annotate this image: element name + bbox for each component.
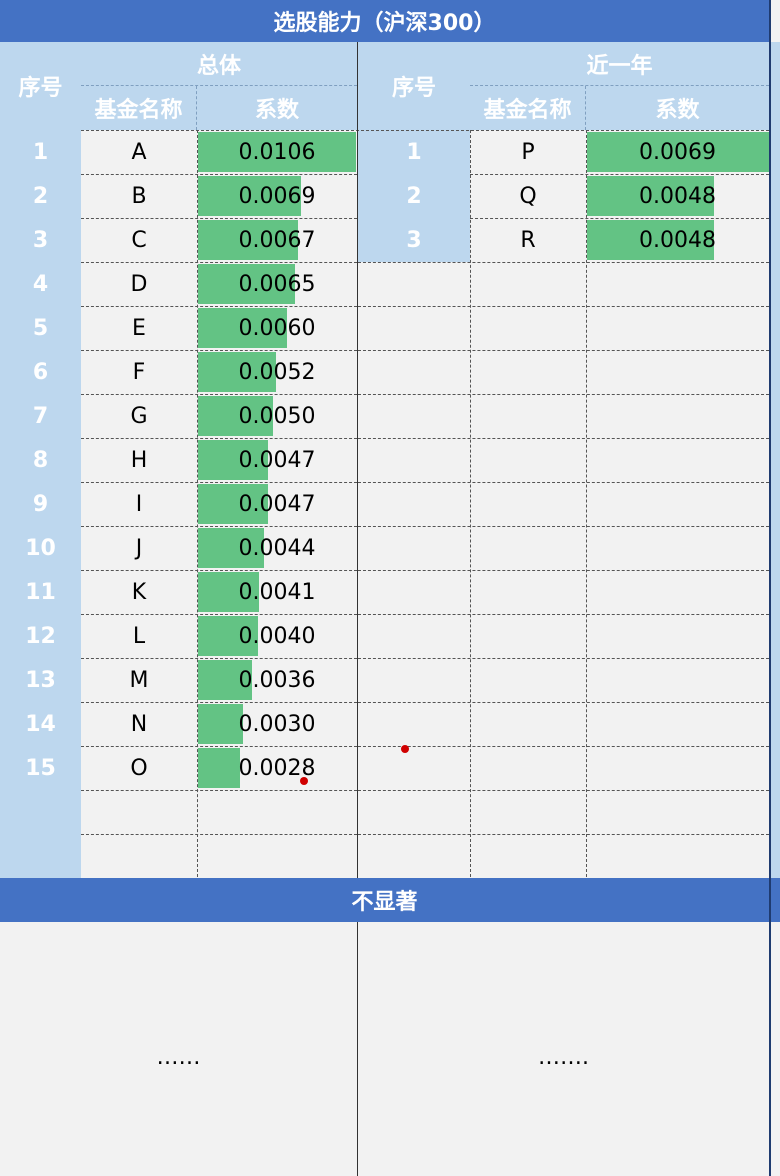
coef-cell: 0.0044 (238, 535, 316, 561)
coef-cell: 0.0069 (639, 139, 716, 165)
seq-cell: 11 (25, 579, 56, 605)
coef-cell: 0.0052 (238, 359, 316, 385)
coef-cell: 0.0040 (238, 623, 316, 649)
fund-name-cell: H (130, 447, 148, 473)
fund-name-cell: I (135, 491, 143, 517)
fund-name-cell: K (131, 579, 147, 605)
fund-name-cell: J (135, 535, 143, 561)
coef-cell: 0.0065 (238, 271, 316, 297)
fund-name-cell: E (132, 315, 146, 341)
seq-cell: 2 (406, 183, 422, 209)
row-divider (358, 702, 769, 703)
fund-name-cell: R (520, 227, 536, 253)
seq-cell: 3 (32, 227, 49, 253)
seq-cell: 6 (32, 359, 49, 385)
row-divider (81, 834, 357, 835)
seq-cell: 1 (406, 139, 422, 165)
right-edge-strip (769, 0, 780, 1176)
bottom-right-ellipsis: ……. (538, 1044, 589, 1070)
coef-cell: 0.0106 (238, 139, 316, 165)
row-divider (358, 438, 769, 439)
fund-name-cell: G (130, 403, 148, 429)
seq-cell: 7 (32, 403, 49, 429)
not-significant-header: 不显著 (0, 878, 769, 922)
right-seq-header: 序号 (358, 42, 470, 130)
coef-cell: 0.0048 (639, 227, 716, 253)
row-divider (358, 834, 769, 835)
row-divider (358, 306, 769, 307)
right-group-header: 近一年 (470, 42, 769, 86)
fund-name-cell: Q (519, 183, 537, 209)
row-divider (81, 790, 357, 791)
fund-name-cell: C (131, 227, 147, 253)
row-divider (358, 482, 769, 483)
seq-cell: 3 (406, 227, 422, 253)
fund-name-cell: O (130, 755, 148, 781)
seq-cell: 14 (25, 711, 56, 737)
seq-cell: 4 (32, 271, 49, 297)
seq-cell: 8 (32, 447, 49, 473)
coef-cell: 0.0028 (238, 755, 316, 781)
fund-name-cell: B (131, 183, 147, 209)
seq-cell: 12 (25, 623, 56, 649)
coef-cell: 0.0067 (238, 227, 316, 253)
row-divider (358, 790, 769, 791)
seq-cell: 1 (32, 139, 49, 165)
row-divider (358, 658, 769, 659)
row-divider (358, 526, 769, 527)
row-divider (358, 614, 769, 615)
row-divider (358, 394, 769, 395)
coef-cell: 0.0069 (238, 183, 316, 209)
bottom-left-ellipsis: …… (156, 1044, 201, 1070)
row-divider (358, 746, 769, 747)
coef-cell: 0.0041 (238, 579, 316, 605)
left-seq-header: 序号 (0, 42, 81, 130)
marker-dot (401, 745, 409, 753)
right-coef-header: 系数 (586, 86, 769, 130)
coef-cell: 0.0050 (238, 403, 316, 429)
fund-name-cell: M (129, 667, 149, 693)
marker-dot (300, 777, 308, 785)
fund-name-cell: D (130, 271, 148, 297)
coef-cell: 0.0036 (238, 667, 316, 693)
row-divider (358, 350, 769, 351)
right-name-header: 基金名称 (470, 86, 586, 130)
seq-cell: 15 (25, 755, 56, 781)
seq-cell: 9 (32, 491, 49, 517)
fund-name-cell: A (131, 139, 147, 165)
left-name-header: 基金名称 (81, 86, 197, 130)
seq-cell: 10 (25, 535, 56, 561)
coef-cell: 0.0048 (639, 183, 716, 209)
seq-cell: 13 (25, 667, 56, 693)
left-group-header: 总体 (81, 42, 357, 86)
seq-cell: 5 (32, 315, 49, 341)
coef-cell: 0.0047 (238, 491, 316, 517)
fund-name-cell: N (130, 711, 148, 737)
fund-name-cell: L (132, 623, 146, 649)
coef-cell: 0.0047 (238, 447, 316, 473)
fund-name-cell: F (132, 359, 146, 385)
row-divider (358, 570, 769, 571)
coef-cell: 0.0060 (238, 315, 316, 341)
row-divider (358, 262, 769, 263)
fund-name-cell: P (521, 139, 535, 165)
page-title: 选股能力（沪深300） (0, 0, 769, 42)
left-coef-header: 系数 (197, 86, 357, 130)
coef-cell: 0.0030 (238, 711, 316, 737)
seq-cell: 2 (32, 183, 49, 209)
